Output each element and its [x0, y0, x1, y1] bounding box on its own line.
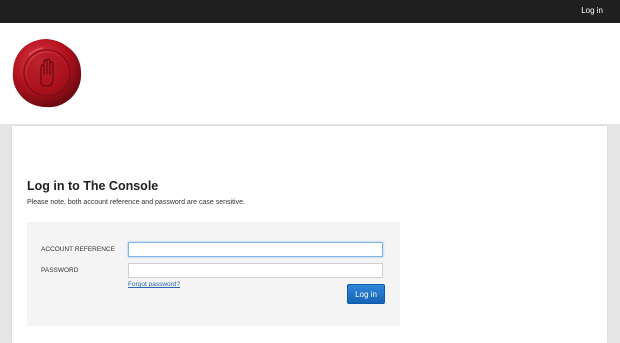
- forgot-password-link[interactable]: Forgot password?: [128, 281, 180, 288]
- account-reference-input[interactable]: [128, 242, 383, 257]
- top-login-link[interactable]: Log in: [581, 6, 603, 15]
- case-sensitive-note: Please note, both account reference and …: [27, 199, 245, 206]
- top-navbar: Log in: [0, 0, 620, 23]
- page-title: Log in to The Console: [27, 179, 159, 193]
- password-label: PASSWORD: [41, 267, 79, 274]
- wax-seal-logo-icon[interactable]: [11, 37, 83, 109]
- login-button[interactable]: Log in: [347, 284, 385, 304]
- site-header: [0, 23, 620, 124]
- account-reference-label: ACCOUNT REFERENCE: [41, 246, 115, 253]
- login-content: Log in to The Console Please note, both …: [12, 126, 607, 343]
- password-input[interactable]: [128, 263, 383, 278]
- login-form: ACCOUNT REFERENCE PASSWORD Forgot passwo…: [27, 222, 400, 326]
